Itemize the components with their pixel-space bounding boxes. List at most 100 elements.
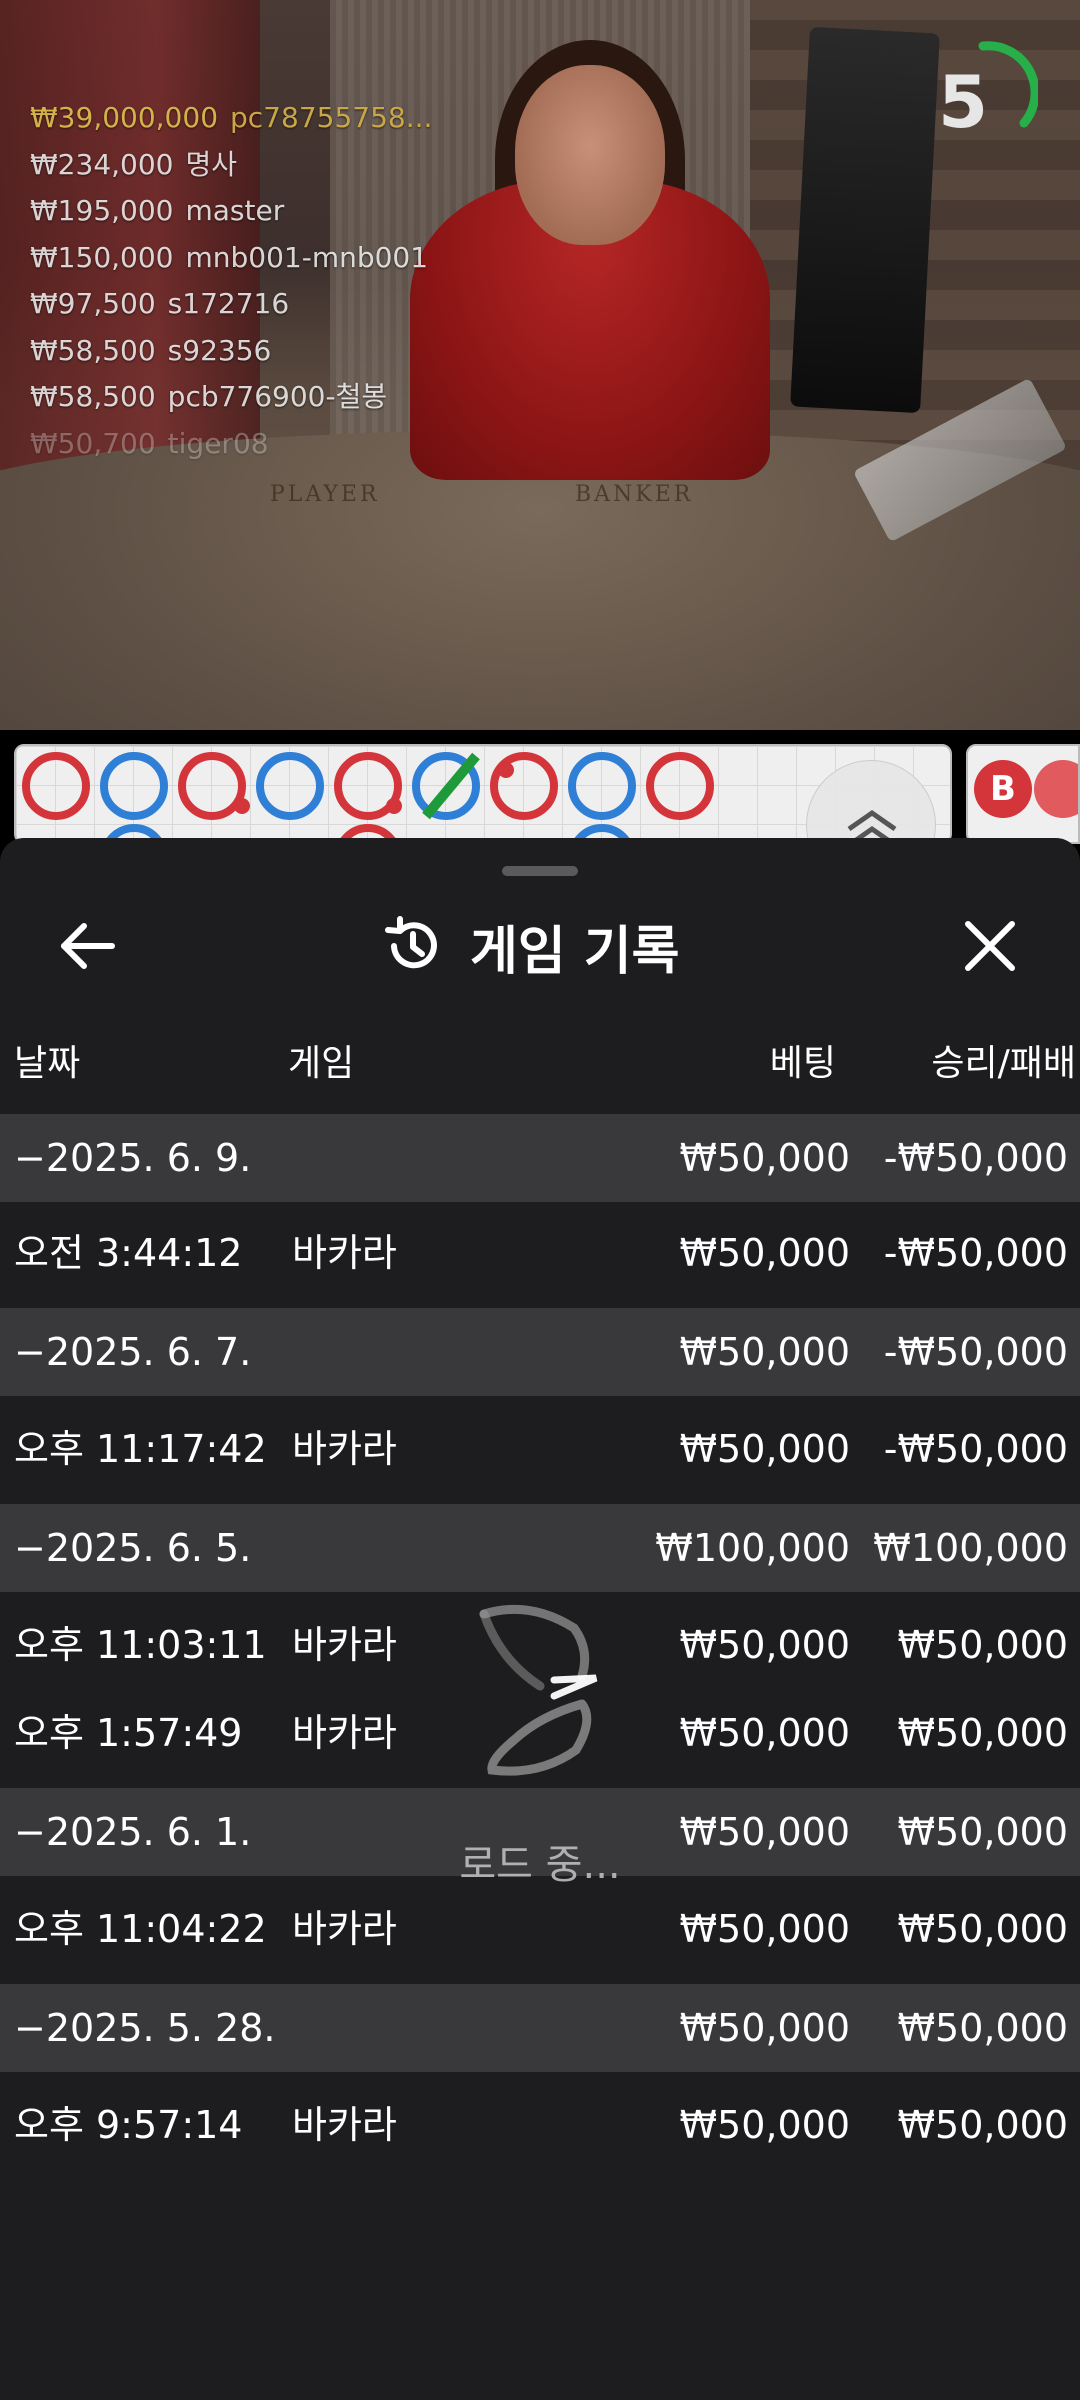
banker-bead: B [974, 760, 1032, 818]
column-header-date: 날짜 [14, 1043, 81, 1084]
banker-bead [22, 752, 90, 820]
bet-amount: ₩150,000 [30, 240, 174, 274]
game-name: 바카라 [292, 1231, 397, 1275]
bet-total: ₩50,000 [679, 1330, 850, 1374]
pair-dot [234, 798, 250, 814]
result-amount: ₩50,000 [897, 1711, 1068, 1755]
page-title: 게임 기록 [470, 921, 680, 982]
date-group-row[interactable]: −2025. 5. 28. ₩50,000 ₩50,000 [0, 1984, 1080, 2072]
result-amount: -₩50,000 [883, 1427, 1068, 1471]
bet-total: ₩50,000 [679, 1810, 850, 1854]
history-row[interactable]: 오후 9:57:14 바카라 ₩50,000 ₩50,000 [0, 2072, 1080, 2180]
bet-user: master [185, 194, 285, 227]
bet-row: ₩39,000,000 pc78755758... [30, 95, 432, 142]
bet-amount: ₩97,500 [30, 287, 156, 320]
result-total: -₩50,000 [883, 1330, 1068, 1374]
bet-amount: ₩234,000 [30, 147, 174, 181]
bet-total: ₩50,000 [679, 1136, 850, 1180]
result-total: ₩50,000 [897, 2006, 1068, 2050]
result-total: ₩100,000 [873, 1526, 1068, 1570]
date-label: −2025. 6. 5. [14, 1526, 252, 1570]
felt-label-player: PLAYER [270, 482, 380, 507]
bet-total: ₩50,000 [679, 2006, 850, 2050]
felt-label-banker: BANKER [575, 482, 694, 507]
bet-user: s172716 [167, 287, 290, 320]
time-label: 오후 9:57:14 [14, 2103, 243, 2147]
history-icon [385, 916, 437, 969]
live-bets-list: ₩39,000,000 pc78755758... ₩234,000 명사 ₩195… [30, 95, 432, 467]
countdown-timer: 5 [937, 60, 989, 144]
player-bead [100, 752, 168, 820]
time-label: 오전 3:44:12 [14, 1231, 243, 1275]
date-label: −2025. 6. 7. [14, 1330, 252, 1374]
bet-amount: ₩50,000 [679, 1427, 850, 1471]
bet-user: pc78755758... [230, 101, 433, 134]
bet-user: 명사 [185, 147, 238, 181]
bet-amount: ₩50,000 [679, 1623, 850, 1667]
bet-total: ₩100,000 [655, 1526, 850, 1570]
banker-bead [178, 752, 246, 820]
column-header-result: 승리/패배 [931, 1043, 1076, 1084]
game-name: 바카라 [292, 1907, 397, 1951]
date-label: −2025. 6. 1. [14, 1810, 252, 1854]
time-label: 오후 11:04:22 [14, 1907, 267, 1951]
bet-row: ₩58,500 pcb776900-철봉 [30, 374, 432, 421]
history-row[interactable]: 오후 11:17:42 바카라 ₩50,000 -₩50,000 [0, 1396, 1080, 1504]
player-bead [256, 752, 324, 820]
bet-amount: ₩39,000,000 [30, 101, 219, 134]
dealer [515, 65, 665, 245]
time-label: 오후 11:03:11 [14, 1623, 267, 1667]
date-label: −2025. 5. 28. [14, 2006, 276, 2050]
loading-text: 로드 중... [459, 1842, 621, 1888]
result-total: -₩50,000 [883, 1136, 1068, 1180]
bet-user: tiger08 [167, 426, 269, 460]
date-group-row[interactable]: −2025. 6. 9. ₩50,000 -₩50,000 [0, 1114, 1080, 1202]
date-group-row[interactable]: −2025. 6. 7. ₩50,000 -₩50,000 [0, 1308, 1080, 1396]
big-eye-road[interactable]: B [966, 744, 1080, 844]
time-label: 오후 1:57:49 [14, 1711, 243, 1755]
monitor-screen [790, 26, 940, 414]
bet-amount: ₩50,000 [679, 1907, 850, 1951]
banker-bead [1034, 760, 1078, 818]
bet-row: ₩58,500 s92356 [30, 328, 432, 375]
date-label: −2025. 6. 9. [14, 1136, 252, 1180]
arrow-left-icon [61, 923, 115, 969]
bet-row: ₩195,000 master [30, 188, 432, 235]
sheet-header: 게임 기록 [0, 838, 1080, 1018]
bet-amount: ₩58,500 [30, 333, 156, 367]
back-button[interactable] [50, 908, 126, 984]
bet-user: s92356 [167, 333, 272, 367]
bet-amount: ₩50,000 [679, 1231, 850, 1275]
bet-row: ₩150,000 mnb001-mnb001 [30, 235, 432, 282]
game-name: 바카라 [292, 1623, 397, 1667]
result-amount: ₩50,000 [897, 1907, 1068, 1951]
bet-user: pcb776900-철봉 [167, 380, 388, 413]
bet-row: ₩97,500 s172716 [30, 281, 432, 328]
bet-amount: ₩50,000 [679, 1711, 850, 1755]
pair-dot [386, 798, 402, 814]
history-row[interactable]: 오후 11:04:22 바카라 ₩50,000 ₩50,000 [0, 1876, 1080, 1984]
bet-user: mnb001-mnb001 [185, 240, 429, 274]
banker-bead [646, 752, 714, 820]
bet-amount: ₩195,000 [30, 194, 174, 227]
bet-row: ₩50,700 tiger08 [30, 421, 432, 468]
pair-dot [498, 762, 514, 778]
time-label: 오후 11:17:42 [14, 1427, 267, 1471]
close-button[interactable] [952, 908, 1028, 984]
bet-row: ₩234,000 명사 [30, 142, 432, 189]
player-bead [568, 752, 636, 820]
game-name: 바카라 [292, 2103, 397, 2147]
bet-amount: ₩50,000 [679, 2103, 850, 2147]
live-video: PLAYER BANKER ₩39,000,000 pc78755758... ₩… [0, 0, 1080, 730]
sheet-title: 게임 기록 [380, 900, 679, 992]
bet-amount: ₩58,500 [30, 380, 156, 413]
result-amount: ₩50,000 [897, 2103, 1068, 2147]
bet-amount: ₩50,700 [30, 426, 156, 460]
date-group-row[interactable]: −2025. 6. 5. ₩100,000 ₩100,000 [0, 1504, 1080, 1592]
result-amount: ₩50,000 [897, 1623, 1068, 1667]
loading-spinner-icon [479, 1604, 598, 1776]
game-name: 바카라 [292, 1711, 397, 1755]
history-row[interactable]: 오전 3:44:12 바카라 ₩50,000 -₩50,000 [0, 1202, 1080, 1308]
column-header-game: 게임 [288, 1043, 355, 1084]
result-amount: -₩50,000 [883, 1231, 1068, 1275]
